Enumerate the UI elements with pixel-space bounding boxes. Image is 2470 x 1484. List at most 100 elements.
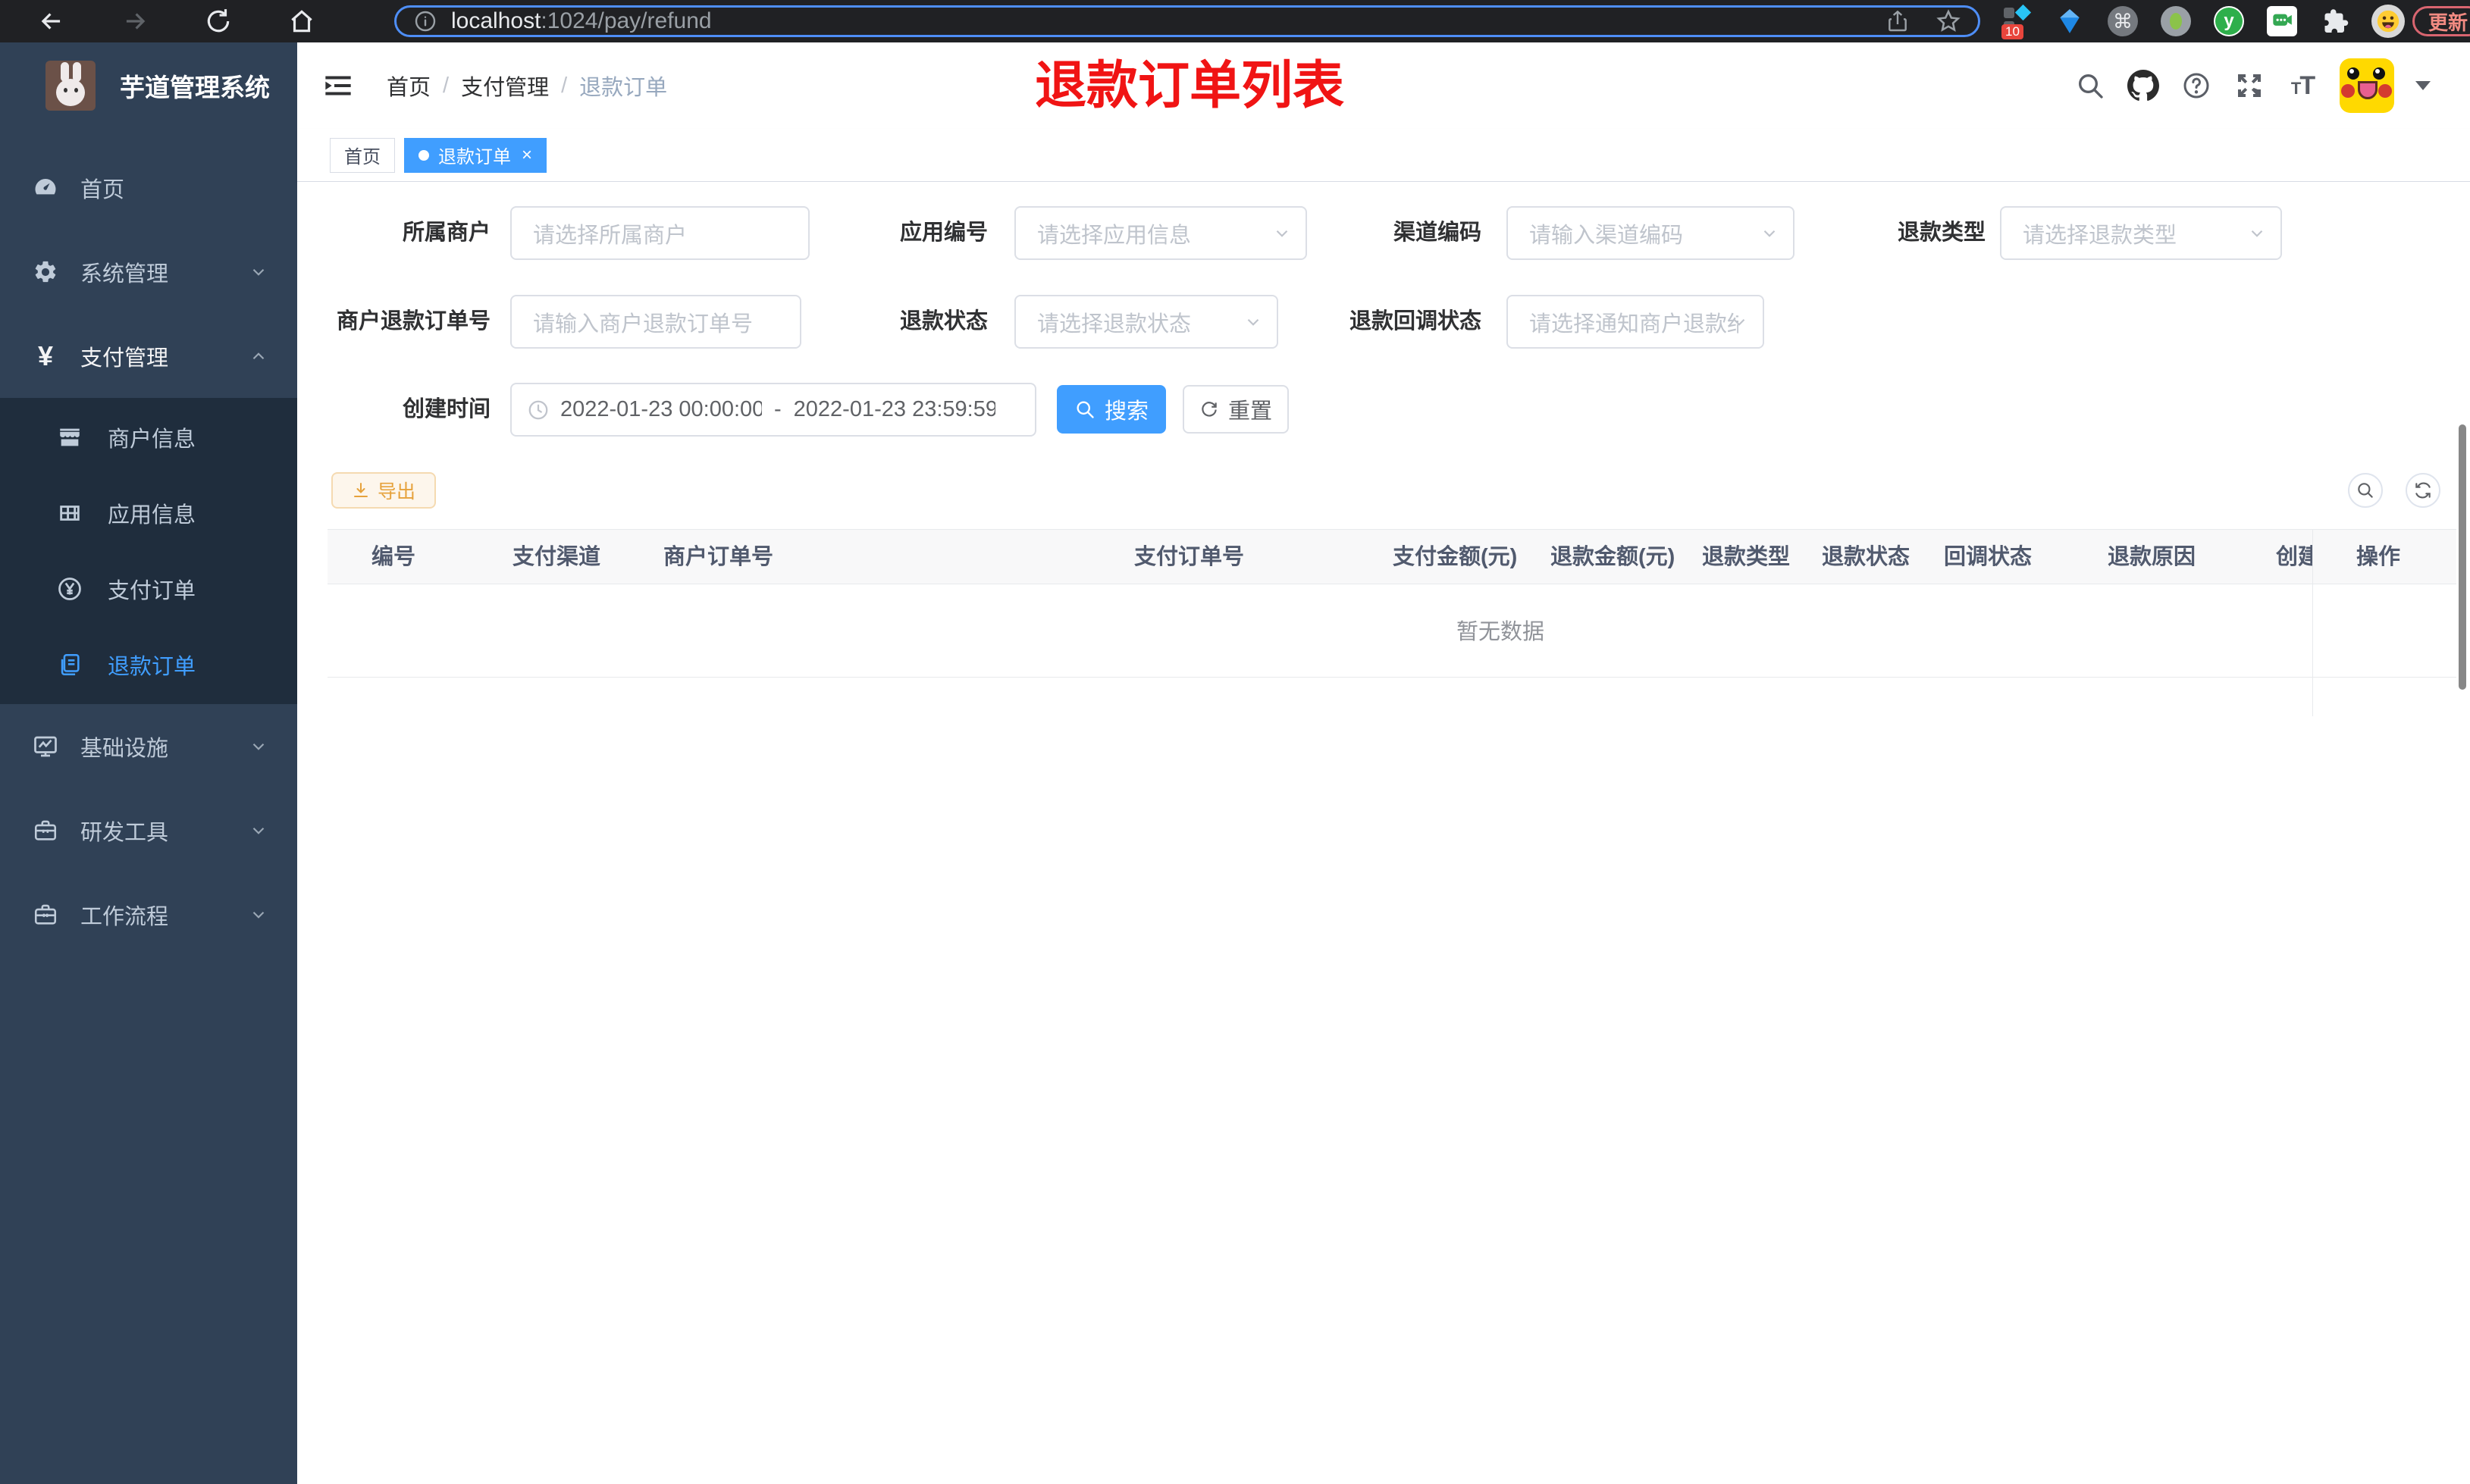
- briefcase-icon: [30, 902, 61, 928]
- sidebar-item-workflow[interactable]: 工作流程: [0, 872, 297, 956]
- browser-update-button[interactable]: 更新: [2412, 6, 2470, 36]
- extension-grid-diamond-icon[interactable]: 10: [2000, 4, 2033, 39]
- tags-view: 首页 退款订单 ×: [297, 129, 2470, 182]
- sidebar-item-refund-order[interactable]: 退款订单: [0, 627, 297, 703]
- header-actions: TT: [2074, 42, 2431, 129]
- yen-icon: ¥: [37, 340, 54, 371]
- table-row-divider: [328, 677, 2456, 678]
- chevron-down-icon: [249, 262, 268, 282]
- col-create-time: 创建时间: [2276, 545, 2312, 569]
- reset-button[interactable]: 重置: [1183, 385, 1289, 434]
- browser-forward-icon[interactable]: [120, 6, 150, 36]
- app-logo[interactable]: 芋道管理系统: [45, 59, 297, 112]
- hide-search-icon[interactable]: [2348, 473, 2383, 508]
- col-pay-channel: 支付渠道: [512, 545, 601, 569]
- monitor-chart-icon: [30, 733, 61, 760]
- font-size-icon[interactable]: TT: [2287, 70, 2318, 102]
- help-icon[interactable]: [2180, 70, 2212, 102]
- sidebar-item-payment[interactable]: ¥ 支付管理: [0, 314, 297, 398]
- sidebar-collapse-icon[interactable]: [322, 70, 354, 101]
- browser-reload-icon[interactable]: [203, 6, 234, 36]
- app-header: 首页 / 支付管理 / 退款订单 退款订单列表 TT: [297, 42, 2470, 129]
- search-icon[interactable]: [2074, 70, 2106, 102]
- grid-icon: [55, 500, 85, 526]
- sidebar-item-infra[interactable]: 基础设施: [0, 704, 297, 788]
- bookmark-star-icon[interactable]: [1936, 8, 1961, 34]
- refresh-icon[interactable]: [2406, 473, 2440, 508]
- empty-text: 暂无数据: [1456, 620, 1545, 644]
- chevron-down-icon: [1272, 208, 1292, 258]
- fixed-column-divider: [2312, 529, 2313, 716]
- chevron-up-icon: [249, 346, 268, 366]
- browser-back-icon[interactable]: [36, 6, 67, 36]
- avatar-caret-icon[interactable]: [2415, 81, 2431, 90]
- search-button[interactable]: 搜索: [1057, 385, 1166, 434]
- chevron-down-icon: [249, 737, 268, 756]
- extension-green-dot-icon[interactable]: [2159, 5, 2193, 38]
- tab-refund-order[interactable]: 退款订单 ×: [404, 137, 547, 173]
- refund-type-select[interactable]: 请选择退款类型: [2000, 206, 2282, 260]
- filter-label-app: 应用编号: [899, 221, 988, 245]
- breadcrumb-current: 退款订单: [579, 76, 668, 100]
- avatar[interactable]: [2340, 58, 2394, 113]
- col-actions: 操作: [2356, 545, 2401, 569]
- github-icon[interactable]: [2127, 70, 2159, 102]
- url-bar[interactable]: localhost:1024/pay/refund: [394, 5, 1980, 37]
- chevron-down-icon: [1760, 208, 1779, 258]
- sidebar-item-dev-tools[interactable]: 研发工具: [0, 788, 297, 872]
- gear-icon: [30, 259, 61, 285]
- extension-command-icon[interactable]: ⌘: [2106, 5, 2139, 38]
- notify-status-select[interactable]: 请选择通知商户退款结果的: [1506, 295, 1764, 349]
- extension-badge: 10: [2001, 24, 2023, 39]
- app-select[interactable]: 请选择应用信息: [1014, 206, 1307, 260]
- page-title: 退款订单列表: [1035, 57, 1345, 114]
- extension-chat-icon[interactable]: [2265, 5, 2299, 38]
- refund-status-select[interactable]: 请选择退款状态: [1014, 295, 1278, 349]
- table-header: 编号 支付渠道 商户订单号 支付订单号 支付金额(元) 退款金额(元) 退款类型…: [328, 529, 2456, 584]
- breadcrumb-payment[interactable]: 支付管理: [461, 70, 549, 102]
- sidebar-menu: 首页 系统管理 ¥ 支付管理 商户信息 应用信息 支付订单 退款订单 基础设施 …: [0, 146, 297, 956]
- breadcrumb-home[interactable]: 首页: [387, 70, 431, 102]
- payment-submenu: 商户信息 应用信息 支付订单 退款订单: [0, 398, 297, 704]
- filter-label-refund-type: 退款类型: [1897, 221, 1986, 245]
- tab-home[interactable]: 首页: [330, 137, 395, 173]
- filter-label-merchant: 所属商户: [402, 221, 491, 245]
- sidebar-item-app-info[interactable]: 应用信息: [0, 475, 297, 551]
- url-host: localhost: [451, 8, 541, 33]
- url-path: :1024/pay/refund: [541, 8, 712, 33]
- sidebar-item-system[interactable]: 系统管理: [0, 230, 297, 314]
- merchant-refund-no-input[interactable]: 请输入商户退款订单号: [510, 295, 801, 349]
- filter-label-merchant-refund-no: 商户退款订单号: [336, 309, 491, 333]
- yen-circle-icon: [55, 575, 85, 603]
- sidebar-item-home[interactable]: 首页: [0, 146, 297, 230]
- create-time-range-picker[interactable]: 2022-01-23 00:00:00 - 2022-01-23 23:59:5…: [510, 383, 1036, 437]
- fullscreen-icon[interactable]: [2233, 70, 2265, 102]
- col-notify-status: 回调状态: [1944, 545, 2033, 569]
- col-id: 编号: [371, 545, 416, 569]
- share-icon[interactable]: [1885, 9, 1910, 33]
- merchant-input[interactable]: 请选择所属商户: [510, 206, 810, 260]
- clock-icon: [527, 399, 550, 421]
- browser-home-icon[interactable]: [287, 6, 317, 36]
- chevron-down-icon: [1243, 296, 1263, 347]
- sidebar-item-merchant-info[interactable]: 商户信息: [0, 399, 297, 475]
- close-tab-icon[interactable]: ×: [522, 146, 532, 164]
- sidebar-item-payment-order[interactable]: 支付订单: [0, 551, 297, 627]
- breadcrumb: 首页 / 支付管理 / 退款订单: [387, 42, 667, 129]
- filter-label-create-time: 创建时间: [402, 397, 491, 421]
- filter-label-refund-status: 退款状态: [899, 309, 988, 333]
- chevron-down-icon: [1729, 296, 1749, 347]
- extension-y-icon[interactable]: y: [2212, 5, 2246, 38]
- start-date-value: 2022-01-23 00:00:00: [560, 397, 762, 421]
- page-scrollbar[interactable]: [2459, 424, 2466, 690]
- profile-emoji-icon[interactable]: [2371, 5, 2405, 38]
- export-button[interactable]: 导出: [331, 472, 436, 509]
- active-dot-icon: [418, 149, 429, 161]
- extensions-puzzle-icon[interactable]: [2318, 5, 2352, 38]
- browser-toolbar: localhost:1024/pay/refund 10 ⌘ y 更新: [0, 0, 2470, 42]
- main-content: 所属商户 请选择所属商户 应用编号 请选择应用信息 渠道编码 请输入渠道编码 退…: [297, 182, 2470, 1484]
- chevron-down-icon: [249, 905, 268, 925]
- site-info-icon[interactable]: [413, 9, 437, 33]
- channel-select[interactable]: 请输入渠道编码: [1506, 206, 1795, 260]
- extension-gem-icon[interactable]: [2053, 5, 2086, 38]
